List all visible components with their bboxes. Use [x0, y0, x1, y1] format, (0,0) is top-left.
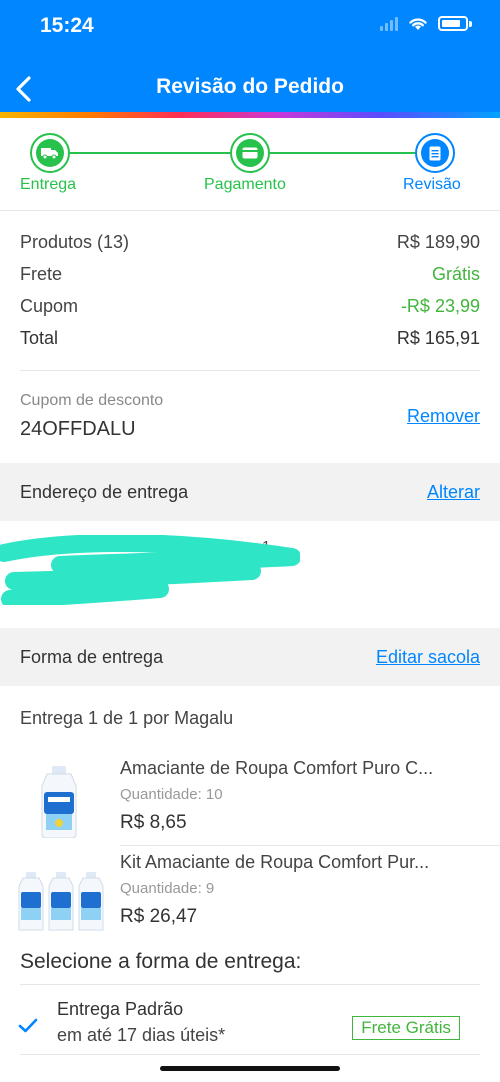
summary-coupon-row: Cupom -R$ 23,99 [20, 296, 480, 324]
summary-shipping-row: Frete Grátis [20, 264, 480, 292]
product-item[interactable]: Amaciante de Roupa Comfort Puro C... Qua… [0, 752, 500, 844]
select-shipping-title: Selecione a forma de entrega: [20, 950, 302, 973]
product-name: Amaciante de Roupa Comfort Puro C... [120, 758, 434, 778]
step-label-pagamento: Pagamento [204, 176, 286, 193]
summary-products-row: Produtos (13) R$ 189,90 [20, 232, 480, 260]
change-address-link[interactable]: Alterar [427, 482, 480, 503]
step-label-revisao: Revisão [403, 176, 461, 193]
app-header: 15:24 Revisão do Pedido [0, 0, 500, 112]
coupon-code: 24OFFDALU [20, 418, 136, 440]
products-label: Produtos (13) [20, 232, 130, 252]
page-title: Revisão do Pedido [156, 75, 344, 98]
total-label: Total [20, 328, 59, 348]
edit-bag-link[interactable]: Editar sacola [376, 647, 480, 668]
free-shipping-badge: Frete Grátis [352, 1016, 460, 1040]
step-entrega [30, 133, 70, 173]
checkout-stepper: Entrega Pagamento Revisão [0, 118, 500, 210]
home-indicator [160, 1066, 340, 1071]
wifi-icon [409, 18, 427, 30]
seller-label: por Magalu [143, 708, 234, 728]
address-section-title: Endereço de entrega [20, 482, 189, 502]
product-quantity: Quantidade: 9 [120, 880, 215, 897]
credit-card-icon [242, 147, 258, 159]
product-name: Kit Amaciante de Roupa Comfort Pur... [120, 852, 430, 872]
battery-icon [438, 16, 472, 31]
cellular-signal-icon [380, 16, 398, 31]
shipping-option-eta: em até 17 dias úteis* [57, 1025, 226, 1045]
product-price: R$ 8,65 [120, 812, 187, 833]
product-quantity: Quantidade: 10 [120, 786, 223, 803]
step-pagamento [230, 133, 270, 173]
shipping-value: Grátis [431, 264, 480, 284]
shipping-label: Frete [20, 264, 63, 284]
checkmark-icon [18, 1018, 38, 1033]
delivery-section-title: Forma de entrega [20, 647, 164, 667]
product-price: R$ 26,47 [120, 906, 198, 927]
product-image [41, 766, 77, 838]
divider [20, 370, 480, 371]
shipping-option-name: Entrega Padrão [57, 999, 184, 1019]
shipping-option-standard[interactable]: Entrega Padrão em até 17 dias úteis* Fre… [0, 985, 500, 1053]
delivery-section-header: Forma de entrega Editar sacola [0, 628, 500, 686]
remove-coupon-link[interactable]: Remover [407, 406, 480, 427]
product-image [18, 872, 104, 931]
shipment-label: Entrega 1 de 1 [20, 708, 139, 728]
shipment-heading: Entrega 1 de 1 por Magalu [20, 708, 233, 729]
address-redaction-scribble [0, 535, 300, 605]
address-section-header: Endereço de entrega Alterar [0, 463, 500, 521]
status-icons [380, 16, 472, 31]
coupon-discount-value: -R$ 23,99 [400, 296, 480, 316]
product-item[interactable]: Kit Amaciante de Roupa Comfort Pur... Qu… [0, 846, 500, 938]
divider [0, 210, 500, 211]
summary-total-row: Total R$ 165,91 [20, 328, 480, 356]
coupon-caption: Cupom de desconto [20, 392, 164, 409]
products-value: R$ 189,90 [396, 232, 480, 252]
step-label-entrega: Entrega [20, 176, 77, 193]
divider [20, 1054, 480, 1055]
coupon-label: Cupom [20, 296, 79, 316]
status-time: 15:24 [40, 14, 94, 37]
step-revisao [415, 133, 455, 173]
total-value: R$ 165,91 [396, 328, 480, 348]
document-icon [429, 146, 441, 160]
truck-icon [41, 148, 58, 160]
